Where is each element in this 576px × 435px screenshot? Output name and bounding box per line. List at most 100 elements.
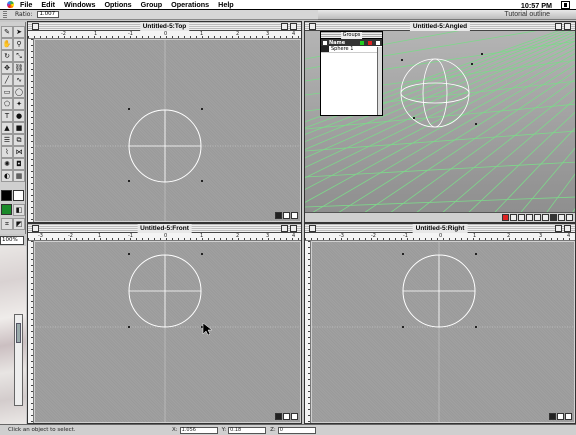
record-icon[interactable]: [502, 214, 509, 221]
selection-handle[interactable]: [475, 326, 477, 328]
palette-titlebar[interactable]: Groups: [321, 32, 382, 39]
side-scrollbar[interactable]: [14, 314, 23, 406]
menu-options[interactable]: Options: [104, 0, 131, 9]
x-coordinate-field[interactable]: 1.056: [179, 426, 218, 434]
line-tool-icon[interactable]: ╱: [1, 74, 13, 86]
camera-orbit-icon[interactable]: [518, 214, 525, 221]
wireframe-icon[interactable]: ⌗: [1, 218, 13, 230]
render-mode-icon[interactable]: [565, 413, 572, 420]
delete-icon[interactable]: [368, 40, 372, 45]
apple-menu-icon[interactable]: [5, 0, 15, 9]
palette-scrollbar[interactable]: [377, 47, 382, 115]
window-titlebar[interactable]: Untitled-5:Angled: [305, 22, 575, 31]
lock-icon[interactable]: [360, 40, 364, 45]
zoom-level-popup[interactable]: 100%: [0, 236, 24, 245]
top-view-canvas[interactable]: [35, 40, 300, 221]
wireframe-mode-icon[interactable]: [275, 212, 282, 219]
camera-reset-icon[interactable]: [542, 214, 549, 221]
zoom-box-icon[interactable]: [290, 23, 297, 30]
render-mode-icon[interactable]: [566, 214, 573, 221]
link-tool-icon[interactable]: ⛓: [13, 62, 25, 74]
cone-tool-icon[interactable]: ▲: [1, 122, 13, 134]
camera-tool-icon[interactable]: ◘: [13, 158, 25, 170]
shaded-mode-icon[interactable]: [283, 413, 290, 420]
polygon-tool-icon[interactable]: ⬠: [1, 98, 13, 110]
menu-edit[interactable]: Edit: [41, 0, 55, 9]
close-box-icon[interactable]: [32, 225, 39, 232]
shaded-mode-icon[interactable]: [283, 212, 290, 219]
zoom-box-icon[interactable]: [564, 23, 571, 30]
default-colors-icon[interactable]: ◧: [13, 204, 25, 216]
zoom-box-icon[interactable]: [290, 225, 297, 232]
render-mode-icon[interactable]: [291, 413, 298, 420]
light-tool-icon[interactable]: ✺: [1, 158, 13, 170]
camera-zoom-icon[interactable]: [534, 214, 541, 221]
selection-handle[interactable]: [471, 63, 473, 65]
ratio-field[interactable]: 1.007: [37, 11, 60, 18]
menu-operations[interactable]: Operations: [171, 0, 209, 9]
selection-handle[interactable]: [402, 253, 404, 255]
menu-windows[interactable]: Windows: [64, 0, 95, 9]
curve-tool-icon[interactable]: ∿: [13, 74, 25, 86]
front-view-canvas[interactable]: [35, 242, 300, 422]
right-view-canvas[interactable]: [312, 242, 574, 422]
lathe-tool-icon[interactable]: ☰: [1, 134, 13, 146]
application-menu-icon[interactable]: [561, 1, 570, 9]
window-titlebar[interactable]: Untitled-5:Top: [28, 22, 301, 31]
menu-file[interactable]: File: [20, 0, 32, 9]
shaded-mode-icon[interactable]: [558, 214, 565, 221]
camera-dolly-icon[interactable]: [526, 214, 533, 221]
shaded-mode-icon[interactable]: [557, 413, 564, 420]
z-coordinate-field[interactable]: 0: [277, 426, 316, 434]
menu-group[interactable]: Group: [141, 0, 163, 9]
selection-handle[interactable]: [481, 53, 483, 55]
magnify-tool-icon[interactable]: ⚲: [13, 38, 25, 50]
cube-tool-icon[interactable]: ■: [13, 122, 25, 134]
close-box-icon[interactable]: [32, 23, 39, 30]
collapse-box-icon[interactable]: [555, 225, 562, 232]
selection-handle[interactable]: [401, 59, 403, 61]
sweep-tool-icon[interactable]: ⌇: [1, 146, 13, 158]
rectangle-tool-icon[interactable]: ▭: [1, 86, 13, 98]
star-tool-icon[interactable]: ✦: [13, 98, 25, 110]
selection-handle[interactable]: [128, 108, 130, 110]
window-titlebar[interactable]: Untitled-5:Front: [28, 224, 301, 233]
camera-pan-icon[interactable]: [510, 214, 517, 221]
skin-tool-icon[interactable]: ⋈: [13, 146, 25, 158]
scroll-thumb[interactable]: [16, 323, 21, 343]
texture-tool-icon[interactable]: ▦: [13, 170, 25, 182]
text-tool-icon[interactable]: T: [1, 110, 13, 122]
y-coordinate-field[interactable]: 0.18: [228, 426, 267, 434]
stroke-color-swatch[interactable]: [13, 190, 24, 201]
pen-tool-icon[interactable]: ✎: [1, 26, 13, 38]
wireframe-mode-icon[interactable]: [549, 413, 556, 420]
zoom-box-icon[interactable]: [564, 225, 571, 232]
render-tool-icon[interactable]: ◐: [1, 170, 13, 182]
shaded-icon[interactable]: ◩: [13, 218, 25, 230]
oval-tool-icon[interactable]: ◯: [13, 86, 25, 98]
wireframe-mode-icon[interactable]: [550, 214, 557, 221]
selection-handle[interactable]: [128, 326, 130, 328]
move-tool-icon[interactable]: ✥: [1, 62, 13, 74]
rotate-tool-icon[interactable]: ↻: [1, 50, 13, 62]
options-icon[interactable]: [376, 40, 380, 45]
collapse-box-icon[interactable]: [555, 23, 562, 30]
scale-tool-icon[interactable]: ⤡: [13, 50, 25, 62]
extrude-tool-icon[interactable]: ⧉: [13, 134, 25, 146]
selection-handle[interactable]: [475, 253, 477, 255]
toolbar-grip-icon[interactable]: [3, 11, 7, 18]
selection-handle[interactable]: [201, 180, 203, 182]
object-color-swatch[interactable]: [1, 204, 12, 215]
fill-color-swatch[interactable]: [1, 190, 12, 201]
visibility-icon[interactable]: [323, 40, 327, 45]
arrow-tool-icon[interactable]: ➤: [13, 26, 25, 38]
selection-handle[interactable]: [128, 180, 130, 182]
list-item[interactable]: Sphere 1: [321, 46, 382, 53]
menu-help[interactable]: Help: [218, 0, 234, 9]
close-box-icon[interactable]: [309, 23, 316, 30]
window-titlebar[interactable]: Untitled-5:Right: [305, 224, 575, 233]
selection-handle[interactable]: [201, 253, 203, 255]
sphere-tool-icon[interactable]: ●: [13, 110, 25, 122]
hand-tool-icon[interactable]: ✋: [1, 38, 13, 50]
selection-handle[interactable]: [402, 326, 404, 328]
